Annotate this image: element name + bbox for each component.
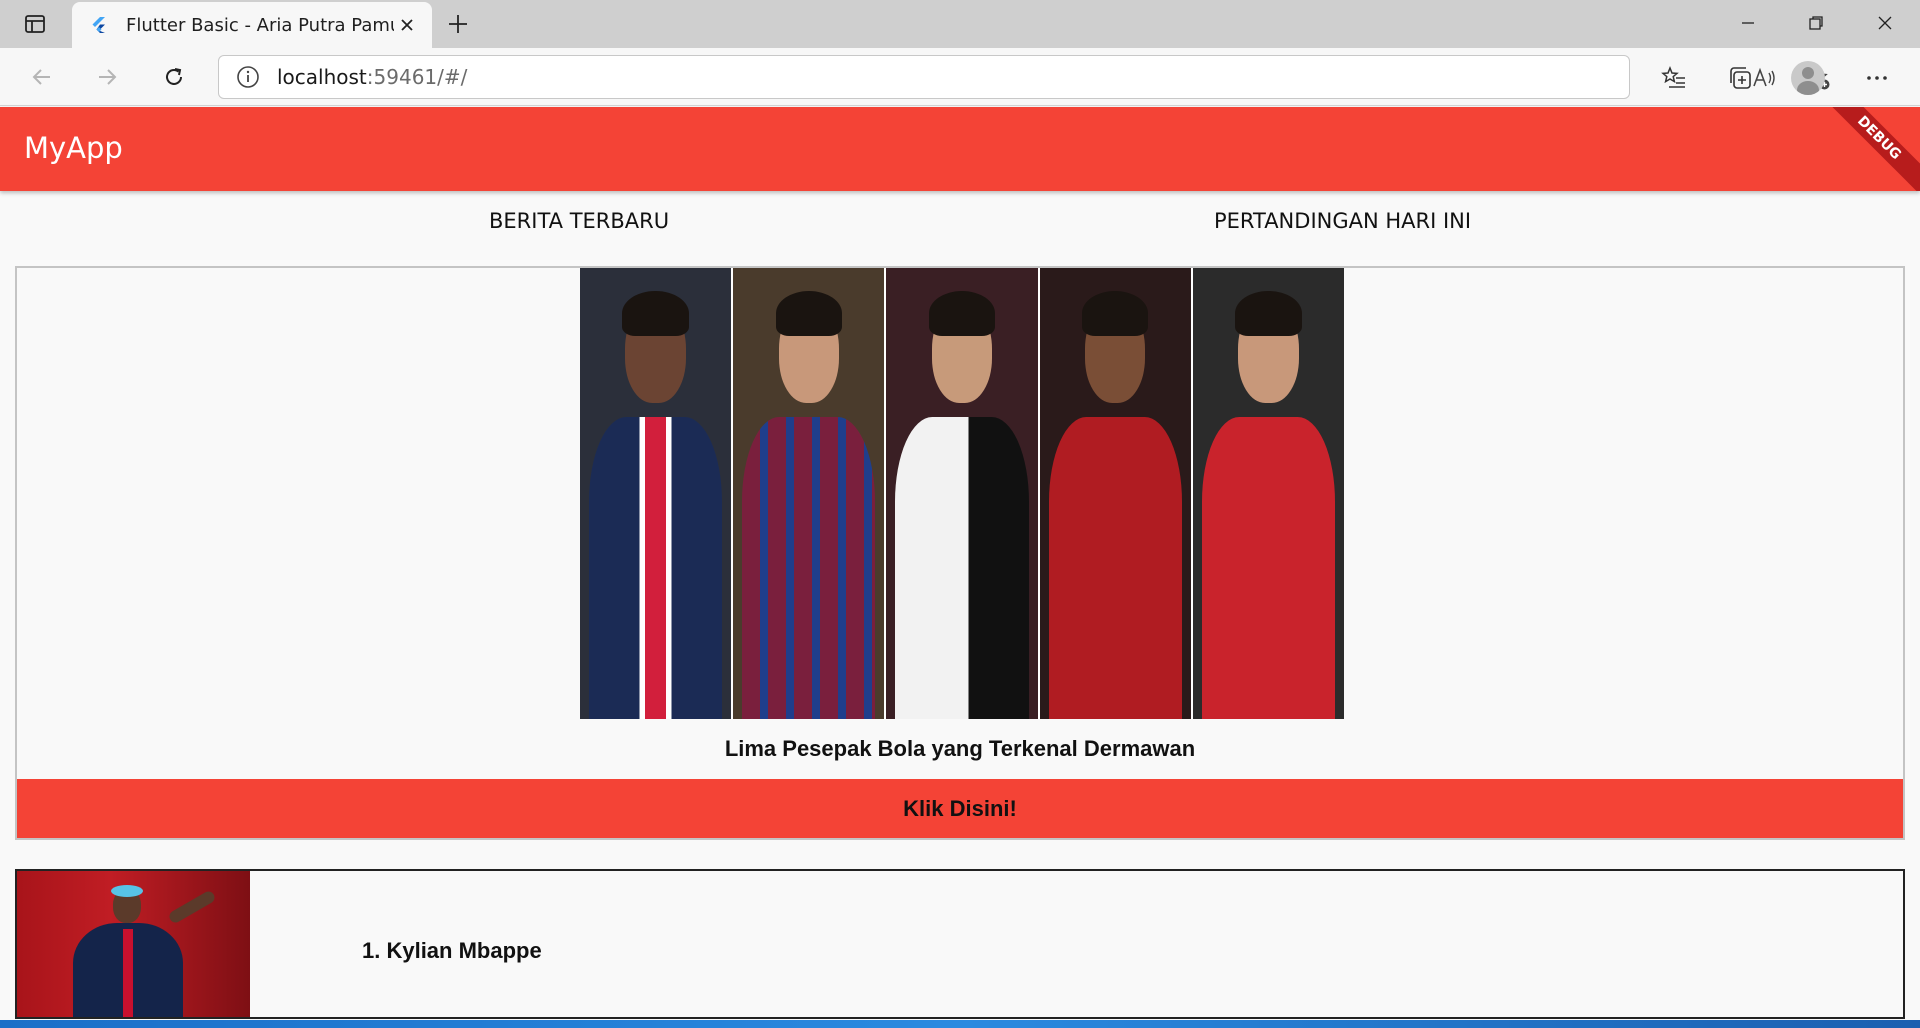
browser-tab-strip: Flutter Basic - Aria Putra Pamung [0,0,1920,48]
tab-title: Flutter Basic - Aria Putra Pamung [126,14,394,36]
news-caption: Lima Pesepak Bola yang Terkenal Dermawan [724,736,1196,761]
site-info-icon[interactable] [235,64,261,90]
forward-arrow-icon[interactable] [90,60,124,94]
player-photo-tile [1192,268,1345,719]
reload-icon[interactable] [157,60,191,94]
player-jersey [1201,416,1335,719]
player-thumbnail-image [17,871,250,1017]
nav-pertandingan-hari-ini[interactable]: PERTANDINGAN HARI INI [1214,209,1471,233]
thumbnail-stripe [123,929,133,1017]
player-hair [775,290,843,336]
close-window-icon[interactable] [1867,8,1903,38]
browser-toolbar: localhost:59461/#/ [0,48,1920,106]
back-arrow-icon[interactable] [25,60,59,94]
section-nav: BERITA TERBARU PERTANDINGAN HARI INI [0,191,1920,251]
klik-disini-button[interactable]: Klik Disini! [17,779,1903,838]
debug-banner: DEBUG [1811,107,1920,191]
news-card: Lima Pesepak Bola yang Terkenal Dermawan… [15,266,1905,840]
player-jersey [589,416,723,719]
browser-tab-active[interactable]: Flutter Basic - Aria Putra Pamung [72,2,432,48]
address-bar[interactable]: localhost:59461/#/ [218,55,1830,99]
player-jersey [742,416,876,719]
url-path: :59461/#/ [366,65,468,89]
app-title: MyApp [24,131,123,165]
profile-avatar[interactable] [1791,61,1825,95]
tab-actions-icon[interactable] [14,10,56,38]
player-hair [928,290,996,336]
minimize-icon[interactable] [1730,8,1766,38]
new-tab-icon[interactable] [444,10,472,38]
players-collage-image [580,268,1345,719]
more-menu-icon[interactable] [1860,61,1894,95]
thumbnail-hair [111,885,143,897]
thumbnail-arm [167,889,217,925]
player-photo-tile [733,268,885,719]
app-bar: MyApp DEBUG [0,107,1920,191]
list-item[interactable]: 1. Kylian Mbappe [15,869,1905,1019]
collections-icon[interactable] [1723,61,1757,95]
list-item-title: 1. Kylian Mbappe [362,938,542,963]
restore-icon[interactable] [1798,8,1834,38]
url-text[interactable]: localhost:59461/#/ [277,65,467,89]
player-hair [622,290,689,336]
player-hair [1235,290,1302,336]
os-taskbar-edge [0,1020,1920,1028]
nav-berita-terbaru[interactable]: BERITA TERBARU [489,209,669,233]
player-jersey [1048,416,1182,719]
flutter-icon [90,16,108,34]
url-host: localhost [277,65,367,89]
player-jersey [895,416,1029,719]
player-photo-tile [580,268,732,719]
player-photo-tile [1039,268,1191,719]
close-tab-icon[interactable] [394,12,420,38]
player-hair [1081,290,1149,336]
favorites-icon[interactable] [1657,61,1691,95]
player-photo-tile [886,268,1038,719]
